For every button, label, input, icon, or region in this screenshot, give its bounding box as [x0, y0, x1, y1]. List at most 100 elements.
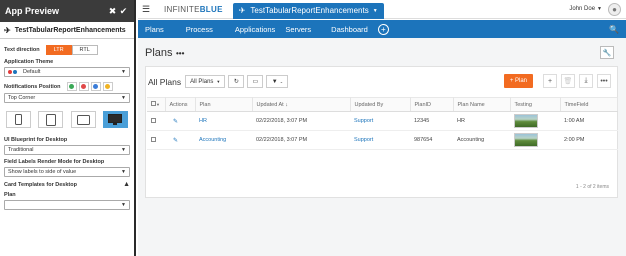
updated-by-link[interactable]: Support: [350, 130, 410, 150]
success-icon[interactable]: [66, 82, 77, 91]
edit-icon[interactable]: ✎: [173, 138, 178, 144]
theme-swatch: [8, 70, 18, 74]
nav-applications[interactable]: Applications: [231, 25, 279, 34]
tablet-portrait-device-button[interactable]: [38, 111, 64, 128]
testing-image-thumbnail[interactable]: [514, 114, 538, 128]
chevron-up-icon[interactable]: ▲: [123, 181, 130, 188]
chevron-down-icon: ▼: [121, 147, 126, 153]
updated-at-cell: 02/22/2018, 3:07 PM: [252, 111, 350, 131]
phone-device-button[interactable]: [6, 111, 31, 128]
plus-icon: +: [547, 77, 553, 85]
refresh-button[interactable]: ↻: [228, 75, 245, 88]
list-title: All Plans: [148, 76, 182, 87]
notifications-row: Notifications Position: [4, 82, 130, 91]
plan-name-cell: HR: [453, 111, 510, 131]
add-tab-icon[interactable]: +: [377, 23, 389, 35]
row-checkbox[interactable]: [151, 117, 156, 123]
calendar-button[interactable]: ▭: [247, 75, 264, 88]
add-plan-button[interactable]: + Plan: [503, 74, 533, 88]
column-plan[interactable]: Plan: [195, 97, 253, 112]
warning-icon[interactable]: [102, 82, 113, 91]
trash-icon: 🗑: [563, 78, 573, 85]
download-icon: ⤓: [584, 77, 588, 84]
filter-button[interactable]: ▼ ⌄: [266, 75, 289, 88]
more-button[interactable]: •••: [597, 74, 611, 88]
delete-button[interactable]: 🗑: [561, 74, 575, 88]
chevron-down-icon: ▼: [216, 79, 221, 84]
card-template-plan-select[interactable]: ▼: [4, 200, 130, 210]
more-icon: •••: [600, 77, 608, 85]
list-toolbar: All Plans All Plans ▼ ↻ ▭ ▼ ⌄: [148, 75, 291, 88]
notifications-label: Notifications Position: [4, 83, 61, 90]
card-template-plan-label: Plan: [4, 192, 16, 198]
sort-down-icon: ↓: [285, 101, 288, 108]
theme-select[interactable]: Default ▼: [4, 67, 130, 77]
ltr-option[interactable]: LTR: [45, 45, 72, 55]
tablet-icon: [45, 113, 56, 126]
notifications-select[interactable]: Top Corner ▼: [4, 93, 130, 103]
nav-process[interactable]: Process: [182, 25, 217, 34]
view-filter-value: All Plans: [190, 78, 214, 85]
list-actions: + Plan + 🗑 ⤓ •••: [503, 74, 611, 88]
table-header: ▼ Actions Plan Updated At ↓ Updated By P…: [147, 97, 618, 112]
app-preview-panel: App Preview ✖ ✔ ✈ TestTabularReportEnhan…: [0, 0, 136, 256]
nav-dashboard[interactable]: Dashboard: [327, 25, 372, 34]
app-root: App Preview ✖ ✔ ✈ TestTabularReportEnhan…: [0, 0, 626, 256]
table-row[interactable]: ✎ Accounting 02/22/2018, 3:07 PM Support…: [147, 130, 618, 150]
close-icon[interactable]: ✖: [107, 6, 118, 17]
plan-link[interactable]: Accounting: [195, 130, 252, 150]
tablet-landscape-device-button[interactable]: [70, 111, 96, 128]
edit-icon[interactable]: ✎: [173, 119, 178, 125]
column-testing[interactable]: Testing: [510, 97, 561, 112]
timefield-cell: 2:00 PM: [560, 130, 618, 150]
plan-link[interactable]: HR: [195, 111, 252, 131]
app-icon: ✈: [4, 25, 11, 35]
top-bar: ☰ INFINITEBLUE ✈ TestTabularReportEnhanc…: [138, 0, 626, 19]
column-updated-by[interactable]: Updated By: [350, 97, 411, 112]
app-switcher[interactable]: ✈ TestTabularReportEnhancements ▼: [232, 2, 384, 19]
refresh-icon: ↻: [233, 79, 239, 85]
updated-by-link[interactable]: Support: [350, 111, 410, 131]
text-direction-toggle: LTR RTL: [45, 45, 98, 55]
plan-id-cell: 987654: [410, 130, 453, 150]
preview-app-name: TestTabularReportEnhancements: [14, 26, 126, 34]
desktop-icon: [108, 113, 123, 125]
chevron-down-icon: ▼: [597, 6, 602, 12]
user-menu[interactable]: John Doe ▼ ●: [569, 2, 621, 16]
info-icon[interactable]: [90, 82, 101, 91]
page-more-menu[interactable]: •••: [176, 49, 184, 58]
rtl-option[interactable]: RTL: [71, 45, 98, 55]
column-plan-id[interactable]: PlanID: [410, 97, 454, 112]
chevron-down-icon: ▼: [156, 102, 160, 107]
check-icon[interactable]: ✔: [118, 6, 129, 17]
column-updated-at[interactable]: Updated At ↓: [252, 97, 351, 112]
avatar[interactable]: ●: [608, 2, 621, 16]
wrench-icon[interactable]: 🔧: [600, 46, 614, 59]
testing-image-thumbnail[interactable]: [514, 133, 538, 147]
plan-name-cell: Accounting: [453, 130, 510, 150]
text-direction-row: Text direction LTR RTL: [4, 45, 130, 55]
blueprint-value: Traditional: [8, 147, 34, 153]
nav-plans[interactable]: Plans: [141, 25, 168, 34]
field-labels-select[interactable]: Show labels to side of value ▼: [4, 167, 130, 177]
preview-title: App Preview: [5, 6, 60, 16]
chevron-down-icon: ⌄: [279, 79, 284, 84]
column-plan-name[interactable]: Plan Name: [453, 97, 511, 112]
blueprint-select[interactable]: Traditional ▼: [4, 145, 130, 155]
add-button[interactable]: +: [543, 74, 557, 88]
select-all-column[interactable]: ▼: [147, 97, 166, 112]
chevron-down-icon: ▼: [121, 69, 126, 75]
card-templates-header[interactable]: Card Templates for Desktop ▲: [4, 181, 130, 188]
card-templates-label: Card Templates for Desktop: [4, 181, 77, 188]
error-icon[interactable]: [78, 82, 89, 91]
desktop-device-button[interactable]: [102, 111, 128, 128]
view-filter-select[interactable]: All Plans ▼: [185, 75, 226, 88]
hamburger-menu-icon[interactable]: ☰: [142, 4, 156, 15]
column-timefield[interactable]: TimeField: [560, 97, 618, 112]
row-checkbox[interactable]: [151, 136, 156, 142]
table-row[interactable]: ✎ HR 02/22/2018, 3:07 PM Support 12345 H…: [147, 111, 618, 131]
chevron-down-icon: ▼: [121, 202, 126, 208]
export-button[interactable]: ⤓: [579, 74, 593, 88]
search-icon[interactable]: 🔍: [609, 25, 619, 34]
nav-servers[interactable]: Servers: [281, 25, 315, 34]
